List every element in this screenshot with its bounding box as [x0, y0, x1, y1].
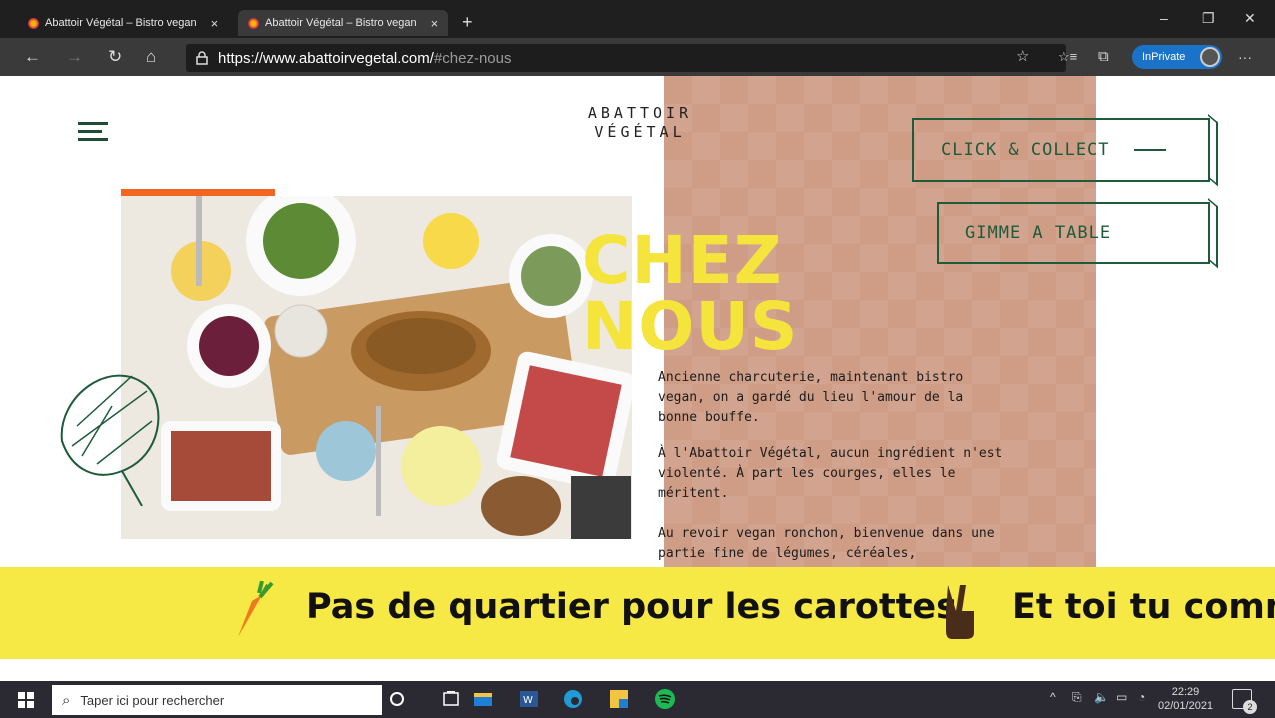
title-line-1: CHEZ [582, 222, 783, 299]
search-placeholder: Taper ici pour rechercher [80, 692, 225, 708]
minimize-button[interactable]: – [1160, 10, 1168, 26]
edge-browser-icon[interactable] [562, 688, 584, 710]
home-button[interactable]: ⌂ [146, 46, 156, 68]
refresh-button[interactable]: ↻ [108, 46, 122, 68]
meet-now-icon[interactable]: ⎘ [1072, 690, 1082, 705]
lock-icon [196, 51, 208, 65]
search-icon: ⌕ [62, 691, 71, 709]
gimme-table-label: GIMME A TABLE [965, 223, 1112, 243]
taskbar-search-field[interactable]: ⌕ Taper ici pour rechercher [52, 685, 382, 715]
tab-close-icon[interactable]: × [211, 16, 219, 31]
profile-avatar[interactable] [1200, 47, 1220, 67]
browser-tab-strip: Abattoir Végétal – Bistro vegan × Abatto… [0, 0, 1275, 38]
gimme-table-button[interactable]: GIMME A TABLE [937, 202, 1210, 264]
spotify-icon[interactable] [654, 688, 676, 710]
tab-close-icon[interactable]: × [431, 16, 439, 31]
site-favicon-icon [248, 17, 259, 29]
forward-button[interactable]: → [66, 46, 83, 68]
file-explorer-icon[interactable] [472, 688, 494, 710]
back-button[interactable]: ← [24, 46, 41, 68]
banner-text-2: Et toi tu comm [1012, 587, 1275, 627]
word-icon[interactable]: W [518, 688, 540, 710]
accent-bar [121, 189, 275, 196]
banner-text-1: Pas de quartier pour les carottes [306, 587, 958, 627]
windows-start-icon[interactable] [18, 692, 34, 708]
url-fragment: #chez-nous [433, 49, 512, 67]
svg-text:W: W [523, 695, 533, 706]
web-page: ABATTOIR VÉGÉTAL CLICK & COLLECT GIMME A… [0, 76, 1275, 681]
carrot-icon [238, 581, 274, 637]
tray-expand-icon[interactable]: ^ [1050, 690, 1056, 704]
paragraph-3: Au revoir vegan ronchon, bienvenue dans … [658, 526, 995, 561]
click-collect-button[interactable]: CLICK & COLLECT [912, 118, 1210, 182]
collections-icon[interactable]: ⧉ [1098, 46, 1109, 68]
wifi-icon[interactable]: ◔ [1138, 690, 1145, 704]
url-host: https://www.abattoirvegetal.com/ [218, 49, 434, 67]
favorites-icon[interactable]: ☆≡ [1058, 46, 1077, 68]
inprivate-badge[interactable]: InPrivate [1132, 45, 1222, 69]
paragraph-1: Ancienne charcuterie, maintenant bistro … [658, 370, 964, 425]
section-title: CHEZ NOUS [582, 228, 798, 360]
clock-time: 22:29 [1171, 686, 1200, 698]
browser-tab-2[interactable]: Abattoir Végétal – Bistro vegan × [238, 10, 449, 36]
food-photo [121, 196, 632, 539]
clock-date: 02/01/2021 [1158, 700, 1214, 712]
task-view-icon[interactable] [440, 688, 462, 710]
site-favicon-icon [28, 17, 39, 29]
browser-tab-1[interactable]: Abattoir Végétal – Bistro vegan × [18, 10, 228, 36]
restore-button[interactable]: ❐ [1202, 10, 1215, 27]
click-collect-label: CLICK & COLLECT [941, 140, 1110, 160]
title-line-2: NOUS [582, 288, 799, 365]
monstera-leaf-icon [60, 374, 160, 506]
hamburger-menu-icon[interactable] [78, 122, 108, 142]
battery-icon[interactable]: ▭ [1116, 690, 1127, 704]
new-tab-button[interactable]: + [462, 12, 473, 33]
notification-center-icon[interactable]: 2 [1232, 689, 1257, 714]
more-menu-button[interactable]: ··· [1238, 46, 1252, 68]
scrolling-banner: Pas de quartier pour les carottes Et toi… [0, 567, 1275, 659]
url-field[interactable]: https://www.abattoirvegetal.com/#chez-no… [186, 44, 1066, 72]
inprivate-label: InPrivate [1142, 51, 1186, 63]
close-window-button[interactable]: ✕ [1244, 10, 1256, 27]
paragraph-2: À l'Abattoir Végétal, aucun ingrédient n… [658, 446, 1003, 501]
logo-line-1: ABATTOIR [587, 104, 693, 122]
volume-icon[interactable]: 🔈 [1094, 690, 1109, 704]
taskbar-clock[interactable]: 22:29 02/01/2021 [1158, 685, 1213, 713]
victory-hand-icon [946, 585, 974, 639]
favorite-star-icon[interactable]: ☆ [1016, 46, 1029, 68]
windows-taskbar: ⌕ Taper ici pour rechercher W ^ ⎘ 🔈 ▭ ◔ … [0, 681, 1275, 718]
dash-arrow-icon [1133, 149, 1166, 151]
tab-title: Abattoir Végétal – Bistro vegan [265, 17, 417, 29]
site-logo[interactable]: ABATTOIR VÉGÉTAL [560, 104, 720, 142]
tab-title: Abattoir Végétal – Bistro vegan [45, 17, 197, 29]
notification-count-badge: 2 [1243, 700, 1257, 714]
cortana-icon[interactable] [386, 688, 408, 710]
logo-line-2: VÉGÉTAL [594, 123, 686, 141]
sticky-notes-icon[interactable] [608, 688, 630, 710]
